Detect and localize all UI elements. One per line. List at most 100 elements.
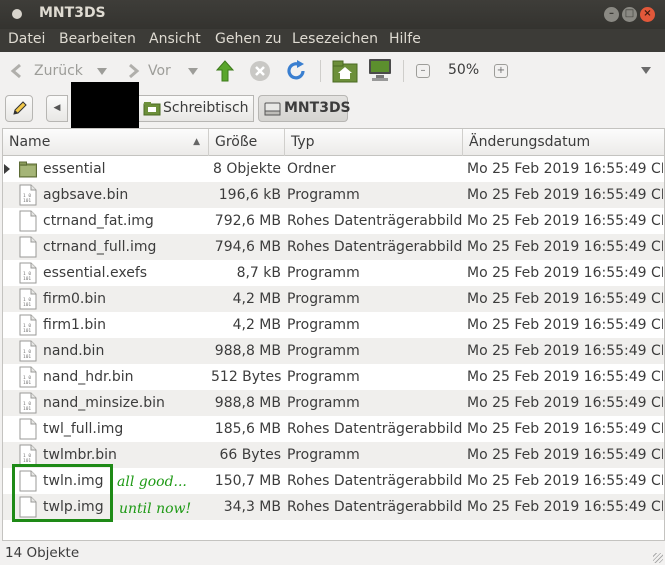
file-type: Rohes Datenträgerabbild: [287, 473, 463, 489]
svg-text:101: 101: [23, 354, 31, 360]
svg-text:101: 101: [23, 276, 31, 282]
toolbar-separator: [403, 60, 404, 82]
column-size[interactable]: Größe: [209, 129, 285, 156]
file-type: Programm: [287, 265, 360, 281]
home-folder-icon[interactable]: [332, 59, 358, 83]
binary-file-icon: 1 0101: [19, 340, 37, 362]
file-size: 8 Objekte: [213, 161, 281, 177]
column-name[interactable]: Name ▲: [3, 129, 209, 156]
menu-lesezeichen[interactable]: Lesezeichen: [292, 31, 378, 47]
arrow-up-icon[interactable]: [214, 59, 236, 83]
file-date: Mo 25 Feb 2019 16:55:49 CET: [467, 369, 663, 385]
file-date: Mo 25 Feb 2019 16:55:49 CET: [467, 421, 663, 437]
file-type: Programm: [287, 291, 360, 307]
breadcrumb-desktop[interactable]: Schreibtisch: [138, 95, 254, 122]
file-date: Mo 25 Feb 2019 16:55:49 CET: [467, 343, 663, 359]
disk-image-file-icon: [19, 210, 37, 232]
file-date: Mo 25 Feb 2019 16:55:49 CET: [467, 213, 663, 229]
forward-label: Vor: [148, 63, 171, 79]
file-row[interactable]: 1 0 101 firm1.bin 4,2 MB Programm Mo 25 Feb 2…: [3, 312, 664, 338]
file-date: Mo 25 Feb 2019 16:55:49 CET: [467, 473, 663, 489]
disk-image-file-icon: [19, 418, 37, 440]
file-row[interactable]: ctrnand_full.img 794,6 MB Rohes Datenträge…: [3, 234, 664, 260]
menu-ansicht[interactable]: Ansicht: [149, 31, 201, 47]
file-type: Rohes Datenträgerabbild: [287, 421, 463, 437]
column-name-label: Name: [9, 134, 51, 150]
column-type[interactable]: Typ: [285, 129, 463, 156]
breadcrumb-desktop-label: Schreibtisch: [163, 100, 249, 116]
file-size: 185,6 MB: [214, 421, 281, 437]
file-row[interactable]: 1 0 101 essential.exefs 8,7 kB Programm Mo 25…: [3, 260, 664, 286]
file-row[interactable]: 1 0 101 firm0.bin 4,2 MB Programm Mo 25 Feb 2…: [3, 286, 664, 312]
breadcrumb-current-label: MNT3DS: [284, 100, 351, 116]
toolbar-separator: [320, 60, 321, 82]
stop-icon[interactable]: [249, 60, 271, 82]
maximize-button[interactable]: □: [622, 7, 637, 22]
arrow-left-icon: [10, 63, 21, 79]
file-size: 8,7 kB: [236, 265, 281, 281]
file-date: Mo 25 Feb 2019 16:55:49 CET: [467, 265, 663, 281]
window-title: MNT3DS: [39, 5, 106, 21]
file-size: 792,6 MB: [214, 213, 281, 229]
svg-text:101: 101: [23, 302, 31, 308]
file-row[interactable]: twl_full.img 185,6 MB Rohes Datenträgerabb…: [3, 416, 664, 442]
redacted-region: [71, 82, 139, 128]
minimize-button[interactable]: –: [604, 7, 619, 22]
desktop-folder-icon: [143, 102, 161, 116]
expand-triangle-icon[interactable]: [4, 164, 10, 174]
file-name: essential.exefs: [43, 265, 148, 281]
column-date[interactable]: Änderungsdatum: [463, 129, 664, 156]
file-date: Mo 25 Feb 2019 16:55:49 CET: [467, 395, 663, 411]
zoom-in-button[interactable]: +: [494, 64, 508, 78]
close-button[interactable]: ×: [640, 7, 655, 22]
column-date-label: Änderungsdatum: [469, 134, 591, 150]
file-name: ctrnand_fat.img: [43, 213, 154, 229]
file-name: nand.bin: [43, 343, 105, 359]
file-size: 988,8 MB: [214, 343, 281, 359]
svg-text:101: 101: [23, 328, 31, 334]
highlight-box: [12, 464, 113, 522]
column-header: Name ▲ Größe Typ Änderungsdatum: [3, 129, 664, 156]
file-row[interactable]: 1 0 101 nand_minsize.bin 988,8 MB Programm Mo…: [3, 390, 664, 416]
file-size: 150,7 MB: [214, 473, 281, 489]
file-date: Mo 25 Feb 2019 16:55:49 CET: [467, 187, 663, 203]
sort-ascending-icon: ▲: [193, 137, 200, 147]
binary-file-icon: 1 0101: [19, 314, 37, 336]
back-label: Zurück: [34, 63, 83, 79]
edit-location-button[interactable]: [5, 95, 33, 122]
reload-icon[interactable]: [284, 59, 308, 83]
zoom-out-button[interactable]: –: [416, 64, 430, 78]
binary-file-icon: 1 0101: [19, 392, 37, 414]
menu-gehen-zu[interactable]: Gehen zu: [215, 31, 282, 47]
file-date: Mo 25 Feb 2019 16:55:49 CET: [467, 447, 663, 463]
app-menu-icon[interactable]: [12, 9, 22, 19]
chevron-down-icon: [97, 68, 107, 75]
binary-file-icon: 1 0101: [19, 184, 37, 206]
file-name: firm0.bin: [43, 291, 106, 307]
menu-bearbeiten[interactable]: Bearbeiten: [59, 31, 136, 47]
forward-button[interactable]: Vor: [126, 58, 202, 84]
folder-row[interactable]: essential 8 Objekte Ordner Mo 25 Feb 2019 1…: [3, 156, 664, 182]
status-bar: 14 Objekte: [0, 541, 665, 565]
menu-hilfe[interactable]: Hilfe: [389, 31, 421, 47]
svg-text:101: 101: [23, 198, 31, 204]
chevron-down-icon[interactable]: [641, 67, 651, 74]
computer-icon[interactable]: [367, 58, 393, 82]
chevron-down-icon: [188, 68, 198, 75]
svg-text:101: 101: [23, 380, 31, 386]
resize-grip[interactable]: [653, 553, 663, 563]
menu-datei[interactable]: Datei: [8, 31, 45, 47]
back-button[interactable]: Zurück: [10, 58, 112, 84]
file-row[interactable]: 1 0 101 agbsave.bin 196,6 kB Programm Mo 25 F…: [3, 182, 664, 208]
file-size: 4,2 MB: [232, 291, 281, 307]
file-date: Mo 25 Feb 2019 16:55:49 CET: [467, 161, 663, 177]
file-row[interactable]: 1 0 101 nand.bin 988,8 MB Programm Mo 25 Feb …: [3, 338, 664, 364]
breadcrumb-scroll-left[interactable]: ◀: [46, 95, 68, 122]
file-row[interactable]: 1 0 101 nand_hdr.bin 512 Bytes Programm Mo 25…: [3, 364, 664, 390]
column-type-label: Typ: [291, 134, 315, 150]
file-name: nand_minsize.bin: [43, 395, 165, 411]
zoom-level: 50%: [448, 62, 480, 78]
pencil-icon: [13, 101, 27, 115]
file-row[interactable]: ctrnand_fat.img 792,6 MB Rohes Datenträger…: [3, 208, 664, 234]
breadcrumb-current[interactable]: MNT3DS: [258, 95, 351, 122]
